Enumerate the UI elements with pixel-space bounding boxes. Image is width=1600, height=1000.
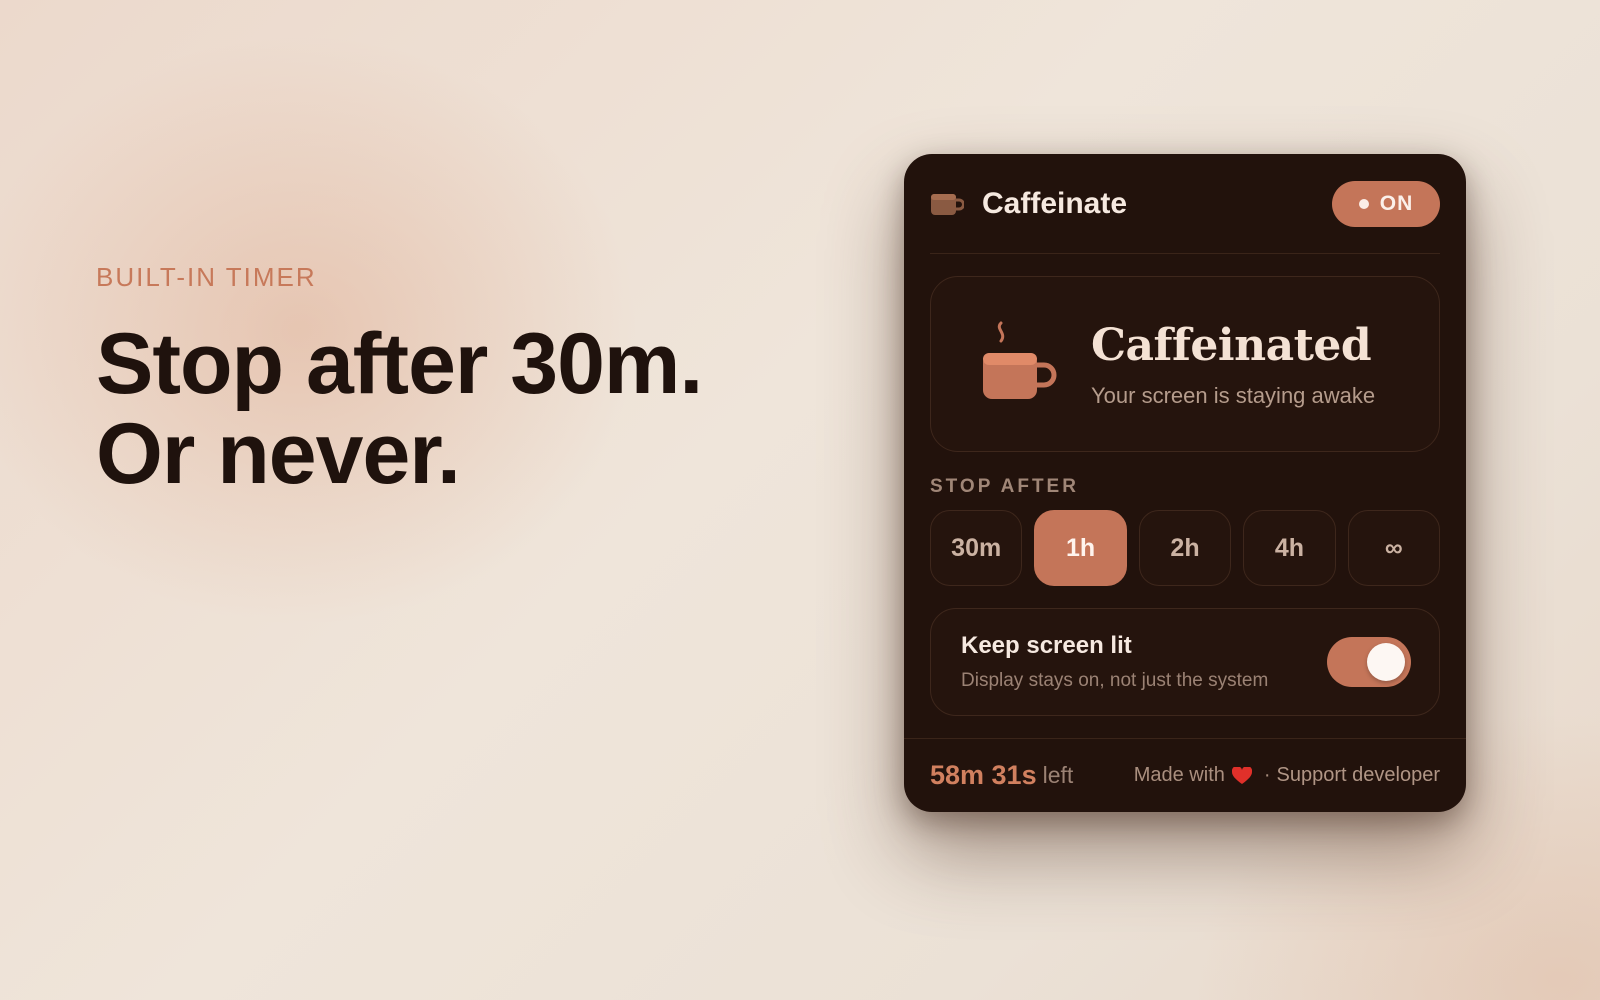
status-toggle-pill[interactable]: ON [1332, 180, 1440, 227]
steaming-mug-icon [979, 319, 1059, 409]
status-texts: Caffeinated Your screen is staying awake [1091, 320, 1375, 409]
app-title: Caffeinate [982, 186, 1128, 220]
status-pill-label: ON [1379, 191, 1414, 215]
time-remaining-suffix: left [1042, 762, 1074, 788]
status-title: Caffeinated [1091, 319, 1372, 371]
keep-screen-lit-title: Keep screen lit [961, 632, 1132, 659]
status-dot-icon [1358, 198, 1369, 209]
headline-line-1: Stop after 30m. [96, 316, 703, 412]
duration-options: 30m 1h 2h 4h ∞ [930, 510, 1441, 586]
duration-option-infinite[interactable]: ∞ [1347, 510, 1441, 586]
duration-option-4h[interactable]: 4h [1243, 510, 1336, 586]
heart-icon [1231, 765, 1252, 785]
time-remaining: 58m 31s [930, 760, 1037, 790]
duration-option-1h[interactable]: 1h [1034, 510, 1127, 586]
keep-screen-lit-switch[interactable] [1327, 637, 1411, 687]
panel-header: Caffeinate ON [930, 154, 1440, 254]
eyebrow-label: BUILT-IN TIMER [96, 262, 317, 292]
footer-separator: · [1263, 764, 1271, 786]
keep-screen-lit-row: Keep screen lit Display stays on, not ju… [930, 608, 1440, 716]
headline: Stop after 30m. Or never. [96, 319, 856, 499]
headline-line-2: Or never. [96, 406, 461, 502]
duration-option-2h[interactable]: 2h [1138, 510, 1232, 586]
status-subtitle: Your screen is staying awake [1091, 382, 1376, 408]
switch-knob [1367, 643, 1405, 681]
caffeinate-panel: Caffeinate ON Caffeinated Your screen is… [904, 154, 1466, 812]
hero-section: BUILT-IN TIMER Stop after 30m. Or never. [96, 262, 856, 499]
panel-footer: 58m 31s left Made with · Support develop… [904, 738, 1466, 812]
status-card: Caffeinated Your screen is staying awake [930, 276, 1440, 452]
keep-screen-lit-texts: Keep screen lit Display stays on, not ju… [961, 632, 1268, 692]
made-with-text: Made with [1133, 764, 1225, 786]
duration-option-30m[interactable]: 30m [930, 510, 1023, 586]
stop-after-label: STOP AFTER [930, 476, 1079, 497]
support-developer-link[interactable]: Support developer [1277, 764, 1440, 787]
keep-screen-lit-subtitle: Display stays on, not just the system [961, 670, 1269, 691]
footer-credits: Made with · Support developer [1134, 764, 1440, 787]
mug-icon [930, 191, 965, 217]
